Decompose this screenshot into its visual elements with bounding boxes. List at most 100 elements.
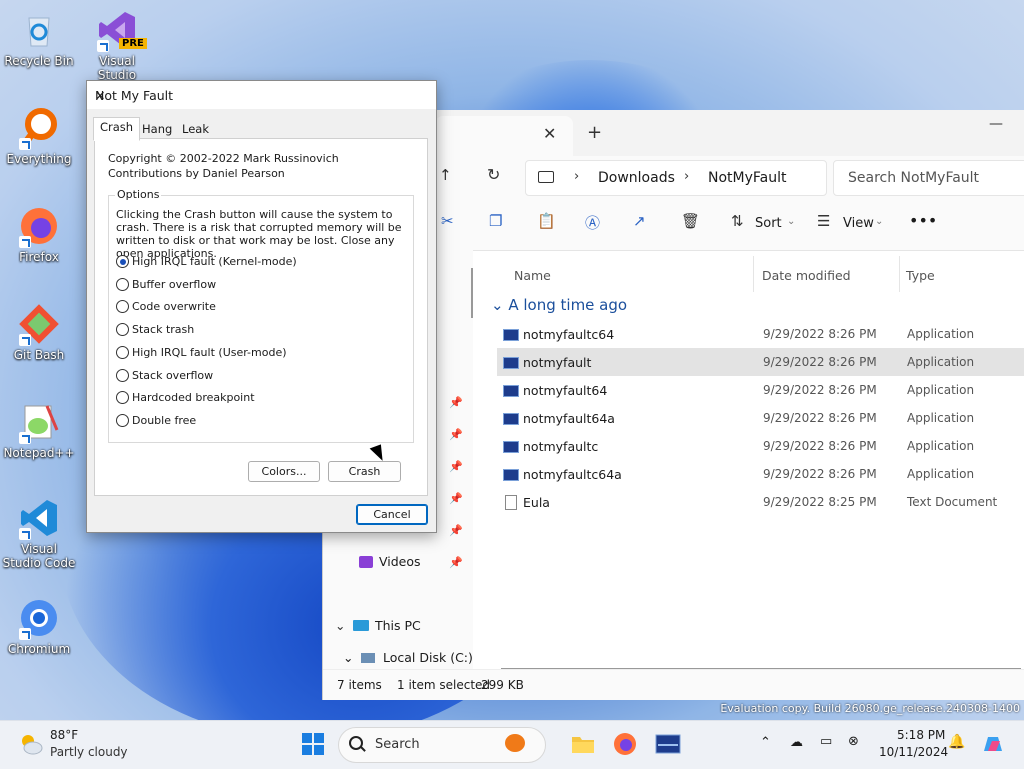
column-header-type[interactable]: Type xyxy=(906,268,935,283)
column-header-date[interactable]: Date modified xyxy=(762,268,851,283)
pin-icon[interactable]: 📌 xyxy=(449,492,463,505)
file-explorer-taskbar-icon[interactable] xyxy=(570,731,596,757)
new-tab-icon[interactable]: + xyxy=(587,122,602,143)
close-icon[interactable]: ✕ xyxy=(95,88,428,103)
app-icon xyxy=(503,413,519,425)
file-row[interactable]: notmyfault64 9/29/2022 8:26 PM Applicati… xyxy=(497,376,1024,404)
desktop-icon-recycle-bin[interactable]: Recycle Bin xyxy=(2,8,76,68)
partly-cloudy-icon[interactable] xyxy=(18,731,44,757)
app-icon xyxy=(503,357,519,369)
network-icon[interactable]: ☁ xyxy=(790,735,803,750)
chevron-up-icon[interactable]: ⌃ xyxy=(760,735,771,750)
close-tab-icon[interactable]: ✕ xyxy=(543,124,556,143)
chevron-right-icon[interactable]: › xyxy=(684,169,689,184)
file-row-selected[interactable]: notmyfault 9/29/2022 8:26 PM Application xyxy=(497,348,1024,376)
chevron-down-icon[interactable]: ⌄ xyxy=(335,618,353,633)
search-box[interactable]: Search NotMyFault xyxy=(833,160,1024,196)
pin-icon[interactable]: 📌 xyxy=(449,428,463,441)
share-icon[interactable]: ↗ xyxy=(633,212,646,230)
status-selected: 1 item selected xyxy=(397,678,491,692)
file-date: 9/29/2022 8:26 PM xyxy=(763,327,877,341)
breadcrumb-notmyfault[interactable]: NotMyFault xyxy=(708,170,787,186)
radio-button[interactable] xyxy=(116,369,129,382)
pin-icon[interactable]: 📌 xyxy=(449,524,463,537)
dialog-title-bar[interactable]: Not My Fault ✕ xyxy=(87,81,436,109)
file-row[interactable]: notmyfault64a 9/29/2022 8:26 PM Applicat… xyxy=(497,404,1024,432)
crash-tab-panel: Copyright © 2002-2022 Mark Russinovich C… xyxy=(94,138,428,496)
nav-item-this-pc[interactable]: ⌄ This PC xyxy=(335,618,421,633)
view-button[interactable]: View xyxy=(843,216,874,231)
clock-time[interactable]: 5:18 PM xyxy=(897,728,945,742)
copilot-icon[interactable] xyxy=(980,731,1006,757)
desktop-icon-notepad-plus-plus[interactable]: Notepad++ xyxy=(2,400,76,460)
status-bar: 7 items 1 item selected 299 KB xyxy=(323,669,1024,700)
firefox-icon xyxy=(17,204,61,248)
minimize-icon[interactable]: — xyxy=(989,116,1003,132)
windows-start-icon[interactable] xyxy=(302,733,324,755)
clock-date[interactable]: 10/11/2024 xyxy=(879,745,948,759)
nav-item-videos[interactable]: Videos xyxy=(359,554,421,569)
file-row[interactable]: notmyfaultc64 9/29/2022 8:26 PM Applicat… xyxy=(497,320,1024,348)
notification-bell-icon[interactable]: 🔔 xyxy=(948,734,965,750)
radio-button-selected[interactable] xyxy=(116,255,129,268)
taskbar-search[interactable]: Search xyxy=(338,727,546,763)
view-icon[interactable]: ☰ xyxy=(817,212,830,230)
weather-condition[interactable]: Partly cloudy xyxy=(50,745,128,759)
firefox-taskbar-icon[interactable] xyxy=(612,731,638,757)
colors-button[interactable]: Colors... xyxy=(248,461,320,482)
up-arrow-icon[interactable]: ↑ xyxy=(439,166,452,184)
delete-icon[interactable]: 🗑 xyxy=(681,212,700,230)
cancel-button[interactable]: Cancel xyxy=(356,504,428,525)
paste-icon[interactable]: 📋 xyxy=(537,212,556,230)
column-divider[interactable] xyxy=(753,256,754,292)
radio-button[interactable] xyxy=(116,278,129,291)
file-name: Eula xyxy=(523,495,550,510)
desktop-icon-chromium[interactable]: Chromium xyxy=(2,596,76,656)
file-row[interactable]: Eula 9/29/2022 8:25 PM Text Document xyxy=(497,488,1024,516)
file-row[interactable]: notmyfaultc 9/29/2022 8:26 PM Applicatio… xyxy=(497,432,1024,460)
rename-icon[interactable]: Ⓐ xyxy=(585,212,600,233)
nav-scrollbar[interactable] xyxy=(471,268,473,318)
file-row[interactable]: notmyfaultc64a 9/29/2022 8:26 PM Applica… xyxy=(497,460,1024,488)
tab-crash[interactable]: Crash xyxy=(93,117,141,141)
file-type: Application xyxy=(907,411,975,425)
pin-icon[interactable]: 📌 xyxy=(449,460,463,473)
radio-button[interactable] xyxy=(116,391,129,404)
radio-button[interactable] xyxy=(116,323,129,336)
notmyfault-taskbar-icon[interactable] xyxy=(655,731,681,757)
address-bar[interactable]: › Downloads › NotMyFault xyxy=(525,160,827,196)
desktop-icon-git-bash[interactable]: Git Bash xyxy=(2,302,76,362)
crash-button[interactable]: Crash xyxy=(328,461,401,482)
desktop-icon-visual-studio[interactable]: PRE Visual Studio xyxy=(80,8,154,82)
refresh-icon[interactable]: ↻ xyxy=(487,165,500,184)
desktop-icon-vscode[interactable]: Visual Studio Code xyxy=(2,496,76,570)
chromium-icon xyxy=(17,596,61,640)
desktop-icon-label: Everything xyxy=(6,152,72,166)
group-header[interactable]: ⌄ A long time ago xyxy=(491,296,627,314)
breadcrumb-downloads[interactable]: Downloads xyxy=(598,170,675,186)
volume-icon[interactable]: ⊗ xyxy=(848,734,859,749)
sort-button[interactable]: Sort xyxy=(755,216,782,231)
radio-button[interactable] xyxy=(116,414,129,427)
radio-button[interactable] xyxy=(116,346,129,359)
chevron-down-icon[interactable]: ⌄ xyxy=(787,216,795,227)
chevron-down-icon[interactable]: ⌄ xyxy=(343,650,361,665)
desktop-icon-everything[interactable]: Everything xyxy=(2,106,76,166)
sort-icon[interactable]: ⇅ xyxy=(731,212,744,230)
nav-item-local-disk[interactable]: ⌄ Local Disk (C:) xyxy=(343,650,473,665)
document-icon xyxy=(505,495,517,510)
chevron-down-icon[interactable]: ⌄ xyxy=(875,216,883,227)
radio-button[interactable] xyxy=(116,300,129,313)
more-options-icon[interactable]: ••• xyxy=(909,211,937,230)
search-label: Search xyxy=(375,737,420,752)
chevron-right-icon[interactable]: › xyxy=(574,169,579,184)
copy-icon[interactable]: ❐ xyxy=(489,212,502,230)
cut-icon[interactable]: ✂ xyxy=(441,212,454,230)
pin-icon[interactable]: 📌 xyxy=(449,556,463,569)
desktop-icon-firefox[interactable]: Firefox xyxy=(2,204,76,264)
column-header-name[interactable]: Name xyxy=(514,268,551,283)
weather-temperature[interactable]: 88°F xyxy=(50,728,78,742)
column-divider[interactable] xyxy=(899,256,900,292)
display-icon[interactable]: ▭ xyxy=(820,734,832,749)
pin-icon[interactable]: 📌 xyxy=(449,396,463,409)
